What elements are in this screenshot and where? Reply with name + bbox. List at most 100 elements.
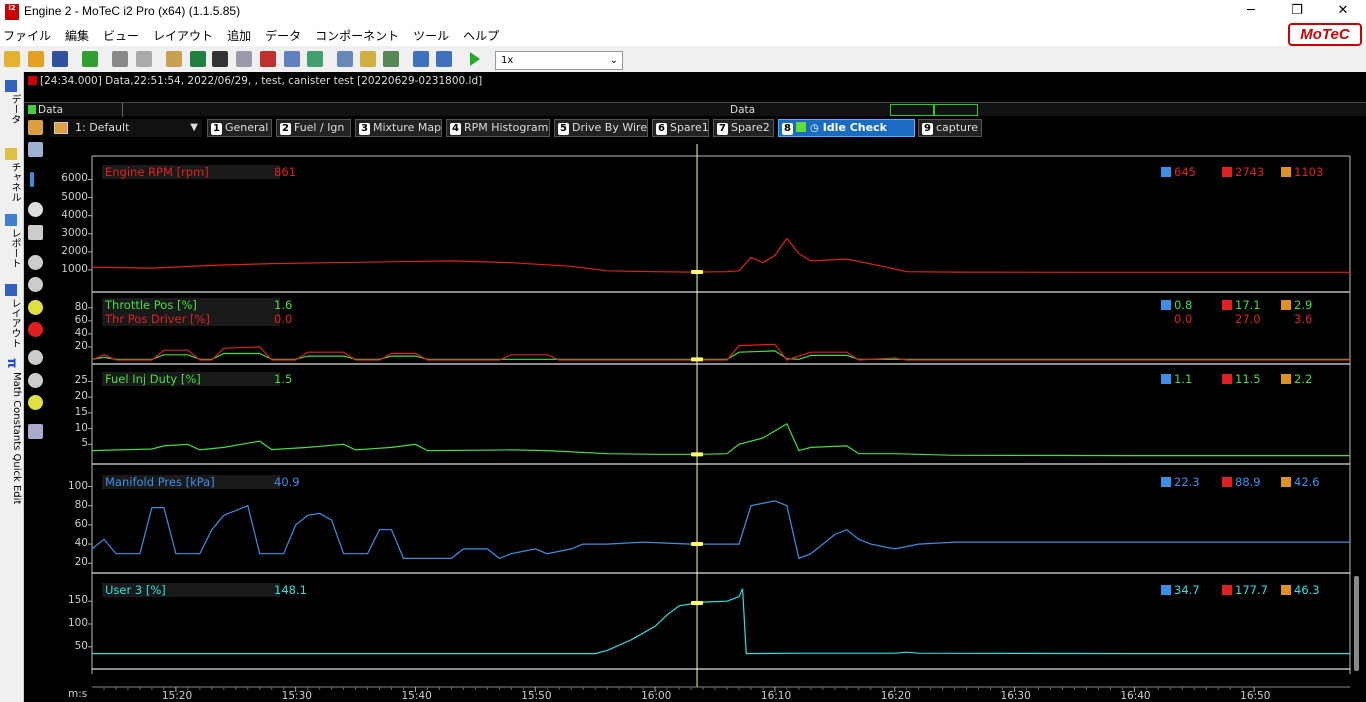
channel-value: 0.0 [274,312,293,326]
zoom-window-right[interactable] [934,104,978,116]
menu-view[interactable]: ビュー [103,27,139,44]
y-tick-label: 4000 [61,208,88,221]
sidebar-tab-layout[interactable]: レイアウト [2,282,22,348]
zoom-section-icon[interactable] [28,300,43,315]
zoom-window-left[interactable] [890,104,934,116]
sidebar-tab-data[interactable]: データ [2,78,22,124]
menu-edit[interactable]: 編集 [65,27,89,44]
worksheet-tab-mixture-map[interactable]: 3 Mixture Map [355,119,442,137]
table-icon[interactable] [236,51,252,67]
record-icon[interactable] [28,322,43,337]
sidebar-tab-report[interactable]: レポート [2,212,22,268]
details-icon[interactable] [284,51,300,67]
channel-icon [5,148,17,160]
channel-avg-stat: 46.3 [1281,583,1320,597]
close-button[interactable]: ✕ [1320,0,1366,24]
step-back-icon[interactable] [413,51,429,67]
tab-label: Spare1 [669,121,709,134]
menu-add[interactable]: 追加 [227,27,251,44]
sidebar-tab-math-constants[interactable]: π Math Constants Quick Edit [2,356,22,504]
pan-icon[interactable] [28,225,43,240]
x-tick-label: 16:30 [1000,690,1031,702]
play-icon[interactable] [470,52,480,66]
data-bar-center-label: Data [730,104,756,116]
avg-icon [1281,477,1291,487]
menu-component[interactable]: コンポーネント [315,27,399,44]
track-icon[interactable] [383,51,399,67]
zoom-out-icon[interactable] [28,277,43,292]
series-line [91,237,1350,273]
data-timeline-bar[interactable]: Data Data [24,102,1366,117]
tab-label: Drive By Wire [571,121,648,134]
worksheet-list-icon[interactable] [28,142,43,157]
menu-help[interactable]: ヘルプ [463,27,499,44]
film-icon[interactable] [212,51,228,67]
import-icon[interactable] [82,51,98,67]
menu-file[interactable]: ファイル [3,27,51,44]
avg-icon [1281,374,1291,384]
worksheet-tab-idle-check[interactable]: 8 ◷ Idle Check [778,119,915,137]
cursor-icon[interactable] [30,172,34,187]
print-preview-icon[interactable] [136,51,152,67]
channel-value: 1.6 [274,298,293,312]
y-tick-label: 20 [74,390,88,403]
layout-select[interactable]: 1: Default ▼ [50,119,202,137]
worksheet-properties-icon[interactable] [28,120,43,135]
worksheet-tab-spare2[interactable]: 7 Spare2 [713,119,774,137]
worksheet-tab-fuel-ign[interactable]: 2 Fuel / Ign [276,119,351,137]
channel-value: 1.5 [274,372,293,386]
minimize-button[interactable]: ─ [1228,0,1274,24]
sidebar-tab-report-label: レポート [9,228,20,268]
menu-data[interactable]: データ [265,27,301,44]
playback-speed-select[interactable]: 1x ⌄ [495,51,623,70]
time-graph[interactable]: 6000 5000 4000 3000 2000 1000 Engine RPM [rpm]… [48,139,1366,702]
menu-layout[interactable]: レイアウト [153,27,213,44]
open-project-icon[interactable] [28,51,44,67]
zoom-y-icon[interactable] [28,373,43,388]
graph-canvas[interactable] [48,139,1366,702]
tab-number-badge: 6 [656,123,667,135]
tab-number-badge: 4 [450,123,461,135]
menu-tools[interactable]: ツール [413,27,449,44]
worksheet-tab-general[interactable]: 1 General [207,119,272,137]
worksheet-tab-drive-by-wire[interactable]: 5 Drive By Wire [554,119,648,137]
worksheet-tab-capture[interactable]: 9 capture [918,119,982,137]
stat-value: 2.9 [1294,298,1313,312]
zoom-all-icon[interactable] [28,395,43,410]
edit-icon[interactable] [166,51,182,67]
zoom-in-icon[interactable] [28,202,43,217]
step-forward-icon[interactable] [436,51,452,67]
channel-name: Fuel Inj Duty [%] [102,372,280,386]
max-icon [1222,477,1232,487]
x-tick-label: 15:30 [281,690,312,702]
channel-max-stat: 88.9 [1222,475,1261,489]
channel-name: Throttle Pos [%] [102,298,280,312]
worksheet-tab-rpm-histogram[interactable]: 4 RPM Histogram [446,119,550,137]
max-icon [1222,374,1232,384]
y-tick-label: 5000 [61,190,88,203]
check-icon[interactable] [307,51,323,67]
worksheet-tab-spare1[interactable]: 6 Spare1 [652,119,709,137]
channel-avg-stat: 1103 [1281,165,1323,179]
maximize-button[interactable]: ❐ [1274,0,1320,24]
sidebar-tab-channels[interactable]: チャネル [2,146,22,202]
print-icon[interactable] [112,51,128,67]
app-icon: i2 [5,4,19,20]
overlay-icon[interactable] [360,51,376,67]
grid-icon[interactable] [337,51,353,67]
report-icon [5,214,17,226]
zoom-fit-icon[interactable] [28,255,43,270]
new-project-icon[interactable] [4,51,20,67]
channel-min-stat: 34.7 [1161,583,1200,597]
min-icon [1161,374,1171,384]
data-color-swatch [28,105,36,114]
alarm-icon[interactable] [260,51,276,67]
tab-label: Spare2 [730,121,770,134]
channel-value: 40.9 [274,475,300,489]
save-icon[interactable] [52,51,68,67]
zoom-x-icon[interactable] [28,350,43,365]
vertical-scrollbar [1354,576,1359,671]
stat-value: 34.7 [1174,583,1200,597]
excel-export-icon[interactable] [190,51,206,67]
ruler-icon[interactable] [28,424,43,439]
